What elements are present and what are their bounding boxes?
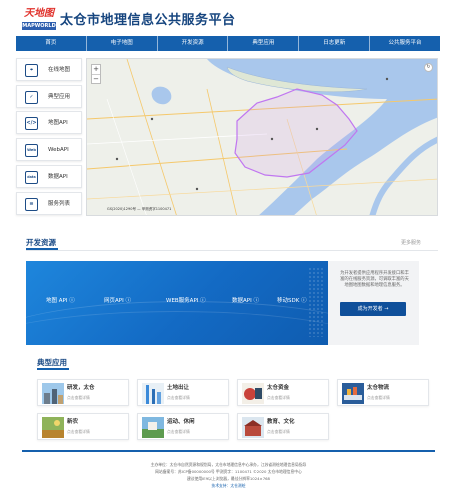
sidebar-item-label: WebAPI [48,147,69,153]
app-card-land-transfer[interactable]: 土地出让 点击查看详情 [137,379,229,406]
sidebar-item-label: 地图API [48,120,68,126]
agriculture-thumbnail [42,417,64,438]
app-card-education-culture[interactable]: 教育、文化 点击查看详情 [237,413,329,440]
apps-icon: ✓ [25,91,38,104]
logo-cn-text: 天地图 [24,8,54,19]
land-transfer-thumbnail [142,383,164,404]
footer-sponsor: 主办单位：太仓市自然资源和规划局，太仓市地理信息中心承办，江苏省测绘地理信息局指… [150,462,307,467]
town-dot [150,117,154,121]
nav-item-electronic-map[interactable]: 电子地图 [87,36,158,51]
map-view[interactable]: + − ↻ GS(2020)1290号 — 甲测资字1100471 [86,58,438,216]
app-card-subtitle: 点击查看详情 [167,395,190,400]
apps-title-underline [37,368,69,370]
code-icon: </> [25,117,38,130]
list-icon: ≡ [25,198,38,211]
mobile-sdk-link[interactable]: 移动SDK ⓘ [277,296,307,304]
site-title: 太仓市地理信息公共服务平台 [60,13,236,28]
map-refresh-icon[interactable]: ↻ [424,63,433,72]
app-card-funds[interactable]: 太仓资金 点击查看详情 [237,379,329,406]
dev-divider [26,250,438,251]
sidebar-item-online-map[interactable]: ⌖ 在线地图 [16,58,82,81]
app-card-title: 太仓物流 [367,385,390,391]
road [126,59,177,215]
nav-item-update-log[interactable]: 日志更新 [299,36,371,51]
sidebar-item-typical-apps[interactable]: ✓ 典型应用 [16,85,82,108]
banner-wave [26,311,328,345]
site-header: 天地图 MAPWORLD 太仓市地理信息公共服务平台 [0,0,457,36]
town-dot [115,157,119,161]
map-canvas [87,59,437,215]
nav-item-typical-apps[interactable]: 典型应用 [228,36,300,51]
funds-thumbnail [242,383,264,404]
sidebar-item-label: 服务列表 [48,201,71,207]
app-card-new-agriculture[interactable]: 新农 点击查看详情 [37,413,129,440]
town-dot [385,77,389,81]
web-icon: Web [25,144,38,157]
map-api-link[interactable]: 地图 API ⓘ [46,296,75,304]
dev-resources-title: 开发资源 [26,238,56,247]
sidebar-item-service-list[interactable]: ≡ 服务列表 [16,192,82,215]
education-thumbnail [242,417,264,438]
app-card-title: 运动、休闲 [167,419,195,425]
app-card-title: 太仓资金 [267,385,290,391]
sidebar-item-data-api[interactable]: data 数据API [16,165,82,188]
app-card-title: 新农 [67,419,79,425]
data-api-link[interactable]: 数据API ⓘ [232,296,259,304]
more-services-link[interactable]: 更多服务 [401,239,421,246]
town-dot [195,187,199,191]
app-card-subtitle: 点击查看详情 [167,429,190,434]
town-dot [270,137,274,141]
nav-item-dev-resources[interactable]: 开发资源 [158,36,229,51]
banner-dots [308,267,324,337]
research-thumbnail [42,383,64,404]
app-card-subtitle: 点击查看详情 [67,395,90,400]
tianditu-logo[interactable]: 天地图 MAPWORLD [22,7,56,31]
road [206,88,237,215]
web-page-api-link[interactable]: 网页API ⓘ [104,296,131,304]
become-developer-button[interactable]: 成为开发者 → [340,302,406,316]
sidebar-item-label: 数据API [48,174,68,180]
footer-registration: 网站备案号：苏ICP备00000000号 甲测资字：1100471 ©2020 … [22,469,435,475]
map-credit: GS(2020)1290号 — 甲测资字1100471 [107,207,172,211]
developer-panel: 为开发者提供应用程序开发接口和丰富的在线服务资源，可调取丰富的天地图地图数据和地… [328,261,419,345]
logistics-thumbnail [342,383,364,404]
footer-tech-support: 技术支持：太仓测绘 [22,483,435,489]
developer-panel-text: 为开发者提供应用程序开发接口和丰富的在线服务资源，可调取丰富的天地图地图数据和地… [340,271,409,288]
app-card-title: 教育、文化 [267,419,295,425]
zoom-in-button[interactable]: + [92,65,100,74]
app-card-logistics[interactable]: 太仓物流 点击查看详情 [337,379,429,406]
footer-divider [22,450,435,452]
app-card-research[interactable]: 研发，太仓 点击查看详情 [37,379,129,406]
zoom-control: + − [91,64,101,84]
footer-tech-support-text[interactable]: 技术支持：太仓测绘 [211,483,245,488]
web-service-api-link[interactable]: WEB服务API ⓘ [166,296,206,304]
town-dot [315,127,319,131]
sidebar-item-web-api[interactable]: Web WebAPI [16,138,82,161]
map-pin-icon: ⌖ [25,64,38,77]
footer-registration-text: 网站备案号：苏ICP备00000000号 甲测资字：1100471 ©2020 … [155,469,302,474]
left-sidebar: ⌖ 在线地图 ✓ 典型应用 </> 地图API Web WebAPI data … [16,58,82,215]
typical-apps-title: 典型应用 [37,358,67,367]
app-card-title: 研发，太仓 [67,385,95,391]
nav-item-home[interactable]: 首页 [16,36,87,51]
footer-browser-note: 建议使用IE9以上浏览器，最佳分辨率1024×768 [187,476,270,481]
sidebar-item-map-api[interactable]: </> 地图API [16,111,82,134]
sports-thumbnail [142,417,164,438]
sidebar-item-label: 典型应用 [48,94,71,100]
app-card-subtitle: 点击查看详情 [367,395,390,400]
river-tributary [369,136,437,215]
app-card-subtitle: 点击查看详情 [267,429,290,434]
main-nav: 首页 电子地图 开发资源 典型应用 日志更新 公共服务平台 [16,36,440,51]
lake [151,86,172,105]
app-card-sports-leisure[interactable]: 运动、休闲 点击查看详情 [137,413,229,440]
app-card-title: 土地出让 [167,385,190,391]
zoom-out-button[interactable]: − [92,75,100,84]
logo-en-text: MAPWORLD [22,22,56,30]
app-card-subtitle: 点击查看详情 [67,429,90,434]
nav-item-public-platform[interactable]: 公共服务平台 [370,36,440,51]
app-card-subtitle: 点击查看详情 [267,395,290,400]
sidebar-item-label: 在线地图 [48,67,71,73]
data-icon: data [25,171,38,184]
